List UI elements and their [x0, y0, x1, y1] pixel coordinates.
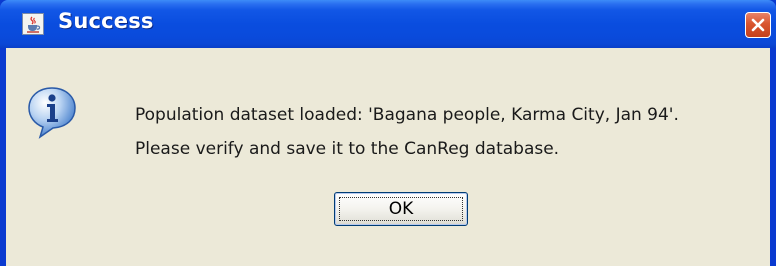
message-line: Please verify and save it to the CanReg … [135, 139, 560, 159]
message-line: Population dataset loaded: 'Bagana peopl… [135, 105, 679, 125]
dialog-body: Population dataset loaded: 'Bagana peopl… [6, 48, 770, 266]
information-icon [28, 87, 76, 139]
title-bar[interactable]: Success [0, 0, 776, 48]
dialog-message: Population dataset loaded: 'Bagana peopl… [135, 98, 679, 166]
dialog-window: Success Population dataset loaded: 'Baga… [0, 0, 776, 266]
ok-button[interactable]: OK [334, 192, 468, 226]
java-cup-icon [22, 13, 44, 35]
ok-button-label: OK [388, 199, 414, 219]
close-button[interactable] [745, 12, 771, 38]
close-icon [751, 18, 765, 32]
window-title: Success [58, 9, 154, 33]
